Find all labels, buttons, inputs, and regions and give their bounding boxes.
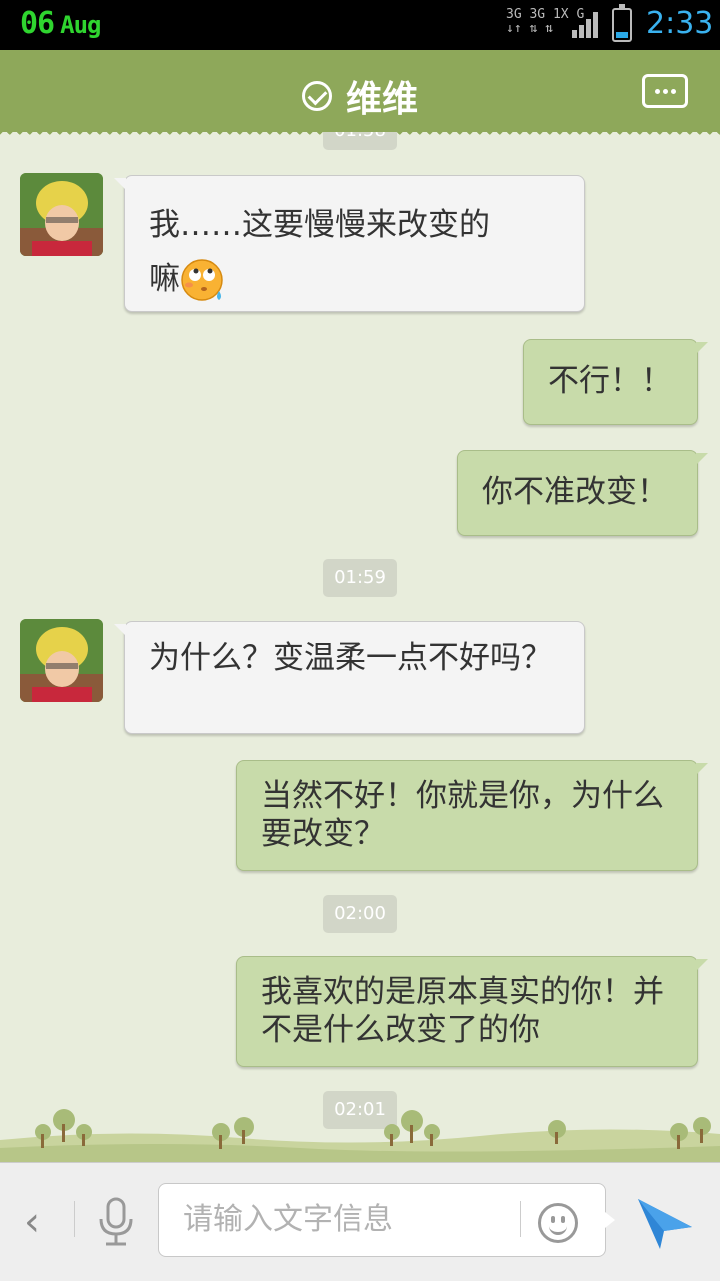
- timestamp: 01:59: [323, 559, 397, 597]
- friend-avatar[interactable]: [20, 173, 103, 256]
- send-icon[interactable]: [636, 1193, 694, 1251]
- message-bubble-outgoing[interactable]: 我喜欢的是原本真实的你！并不是什么改变了的你: [236, 956, 708, 1067]
- message-text: 当然不好！你就是你，为什么要改变？: [261, 778, 664, 852]
- timestamp: 01:58: [323, 132, 397, 150]
- message-bubble-incoming[interactable]: 为什么？变温柔一点不好吗？: [114, 621, 585, 734]
- message-bubble-incoming[interactable]: 我……这要慢慢来改变的 嘛: [114, 175, 585, 312]
- smiley-icon[interactable]: [538, 1203, 578, 1243]
- timestamp: 02:00: [323, 895, 397, 933]
- check-circle-icon: [301, 81, 332, 111]
- chevron-left-icon[interactable]: ‹: [24, 1199, 40, 1245]
- signal-icon: [572, 12, 598, 38]
- title-bar: 维维: [0, 50, 720, 138]
- message-text: 你不准改变！: [482, 474, 668, 510]
- rolling-eyes-sweat-emoji-icon: [181, 258, 223, 301]
- divider: [520, 1201, 521, 1237]
- chat-area[interactable]: 01:58 我……这要慢慢来改变的 嘛 不行！！ 你不准改变！ 01:59: [0, 132, 720, 1162]
- divider: [74, 1201, 75, 1237]
- status-time: 2:33: [646, 6, 714, 41]
- message-bubble-outgoing[interactable]: 你不准改变！: [457, 450, 708, 536]
- more-menu-button[interactable]: [642, 74, 688, 108]
- landscape-decoration: [0, 1109, 720, 1162]
- message-bubble-outgoing[interactable]: 当然不好！你就是你，为什么要改变？: [236, 760, 708, 871]
- avatar-image: [20, 173, 103, 256]
- status-date: 06 Aug: [20, 6, 101, 41]
- microphone-icon[interactable]: [96, 1197, 136, 1247]
- chat-title: 维维: [345, 79, 418, 120]
- message-text: 不行！！: [548, 363, 672, 399]
- message-text: 嘛: [149, 261, 180, 297]
- message-text: 为什么？变温柔一点不好吗？: [149, 640, 552, 676]
- status-bar: 06 Aug 3G 3G 1X G ↓↑ ⇅ ⇅ 2:33: [0, 0, 720, 50]
- input-bar: ‹ 请输入文字信息: [0, 1162, 720, 1281]
- message-bubble-outgoing[interactable]: 不行！！: [523, 339, 708, 425]
- battery-icon: [612, 4, 632, 42]
- message-text: 我喜欢的是原本真实的你！并不是什么改变了的你: [261, 974, 664, 1048]
- avatar-image: [20, 619, 103, 702]
- message-text: 我……这要慢慢来改变的: [149, 207, 490, 243]
- friend-avatar[interactable]: [20, 619, 103, 702]
